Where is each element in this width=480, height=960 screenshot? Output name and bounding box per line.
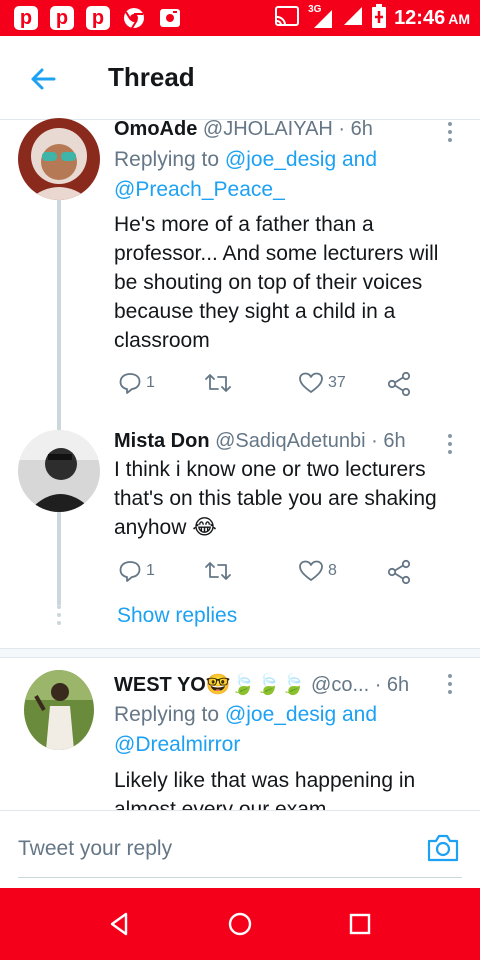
tweet-menu-button[interactable] (446, 674, 454, 696)
tweet-header: WEST YO🤓🍃🍃🍃 @co... · 6h (114, 672, 434, 697)
tweet-time: · 6h (365, 430, 406, 452)
tweet-actions: 1 8 (114, 559, 434, 587)
replying-to: Replying to @joe_desig and @Drealmirror (114, 700, 377, 760)
reply-count: 1 (146, 374, 155, 391)
tweet[interactable]: Mista Don @SadiqAdetunbi · 6h I think i … (0, 430, 480, 642)
tweet-header: OmoAde @JHOLAIYAH · 6h (114, 118, 373, 141)
recents-square-icon (349, 913, 371, 935)
reply-composer: Tweet your reply (0, 810, 480, 888)
share-button[interactable] (386, 371, 412, 397)
author-name[interactable]: Mista Don (114, 430, 210, 452)
tweet[interactable]: WEST YO🤓🍃🍃🍃 @co... · 6h Replying to @joe… (0, 658, 480, 810)
tweet-header: Mista Don @SadiqAdetunbi · 6h (114, 430, 406, 453)
tweet-text: I think i know one or two lecturers that… (114, 458, 437, 539)
avatar[interactable] (18, 118, 100, 200)
reply-user-link[interactable]: @joe_desig (225, 703, 336, 726)
retweet-button[interactable] (204, 371, 236, 395)
author-handle[interactable]: @co... (311, 674, 369, 696)
reply-user-link[interactable]: @joe_desig (225, 148, 336, 171)
tweet-actions: 1 37 (114, 371, 434, 399)
author-name[interactable]: WEST YO🤓🍃🍃🍃 (114, 674, 305, 696)
tweet-text: He's more of a father than a professor..… (114, 213, 439, 352)
retweet-button[interactable] (204, 559, 236, 583)
reply-button[interactable]: 1 (118, 371, 155, 395)
system-nav-bar (0, 888, 480, 960)
thread-line (57, 510, 61, 605)
reply-input-underline (18, 877, 462, 878)
share-icon (387, 559, 411, 585)
author-handle[interactable]: @JHOLAIYAH (203, 118, 333, 140)
show-replies-link[interactable]: Show replies (117, 604, 237, 628)
tweet-menu-button[interactable] (446, 122, 454, 144)
tweet[interactable]: OmoAde @JHOLAIYAH · 6h Replying to @joe_… (0, 0, 480, 430)
like-count: 8 (328, 562, 337, 579)
retweet-icon (205, 374, 231, 392)
like-button[interactable]: 8 (298, 559, 337, 583)
author-name[interactable]: OmoAde (114, 118, 197, 140)
author-handle[interactable]: @SadiqAdetunbi (215, 430, 365, 452)
conversation-divider (0, 648, 480, 658)
nav-recents-button[interactable] (346, 910, 374, 938)
reply-icon (119, 561, 141, 582)
replying-to-prefix: Replying to (114, 703, 225, 726)
reply-user-link[interactable]: @Drealmirror (114, 733, 240, 756)
thread-continuation-dots (56, 605, 62, 627)
replying-to-prefix: Replying to (114, 148, 225, 171)
tweet-menu-button[interactable] (446, 434, 454, 456)
share-icon (387, 371, 411, 397)
home-circle-icon (228, 912, 252, 936)
reply-input[interactable]: Tweet your reply (18, 837, 172, 861)
tweet-time: · 6h (369, 674, 410, 696)
nav-back-button[interactable] (106, 910, 134, 938)
share-button[interactable] (386, 559, 412, 585)
camera-button[interactable] (426, 833, 460, 863)
tweet-time: · 6h (332, 118, 373, 140)
heart-icon (299, 372, 323, 393)
like-button[interactable]: 37 (298, 371, 346, 395)
reply-button[interactable]: 1 (118, 559, 155, 583)
reply-count: 1 (146, 562, 155, 579)
reply-user-link[interactable]: @Preach_Peace_ (114, 178, 285, 201)
thread-line (57, 200, 61, 430)
retweet-icon (205, 562, 231, 580)
reply-and: and (336, 703, 378, 726)
reply-icon (119, 373, 141, 394)
avatar[interactable] (18, 430, 100, 512)
back-triangle-icon (110, 912, 128, 936)
nav-home-button[interactable] (226, 910, 254, 938)
heart-icon (299, 560, 323, 581)
like-count: 37 (328, 374, 346, 391)
tweet-text: Likely like that was happening in almost… (114, 769, 416, 810)
camera-icon (427, 834, 459, 862)
replying-to: Replying to @joe_desig and @Preach_Peace… (114, 145, 377, 205)
reply-and: and (336, 148, 378, 171)
avatar[interactable] (24, 670, 94, 750)
